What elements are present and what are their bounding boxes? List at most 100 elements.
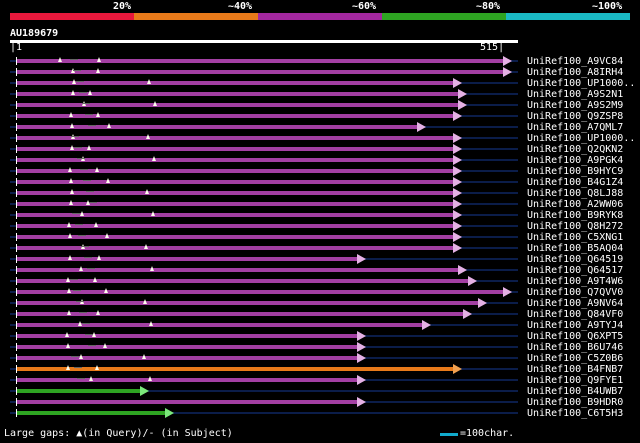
hit-row[interactable]: UniRef100_B4UWB7 xyxy=(0,386,640,397)
hit-row[interactable]: UniRef100_A9NV64 xyxy=(0,298,640,309)
hit-row[interactable]: UniRef100_B5AQ04 xyxy=(0,243,640,254)
hit-bar[interactable] xyxy=(17,301,478,305)
hit-row[interactable]: UniRef100_Q64519 xyxy=(0,254,640,265)
hit-row[interactable]: UniRef100_UP1000.. xyxy=(0,133,640,144)
hit-end-arrow xyxy=(458,265,467,275)
hit-label[interactable]: UniRef100_A2WW06 xyxy=(527,199,623,210)
hit-label[interactable]: UniRef100_A9T4W6 xyxy=(527,276,623,287)
hit-bar[interactable] xyxy=(17,356,357,360)
hit-label[interactable]: UniRef100_Q2QKN2 xyxy=(527,144,623,155)
hit-bar[interactable] xyxy=(17,400,357,404)
hit-label[interactable]: UniRef100_A9S2N1 xyxy=(527,89,623,100)
hit-label[interactable]: UniRef100_A9S2M9 xyxy=(527,100,623,111)
hit-row[interactable]: UniRef100_UP1000.. xyxy=(0,78,640,89)
legend-labels: 20% ~40% ~60% ~80% ~100% xyxy=(0,0,640,12)
hit-label[interactable]: UniRef100_Q84VF0 xyxy=(527,309,623,320)
hit-label[interactable]: UniRef100_UP1000.. xyxy=(527,133,635,144)
hit-row[interactable]: UniRef100_C5XNG1 xyxy=(0,232,640,243)
hit-label[interactable]: UniRef100_C5Z0B6 xyxy=(527,353,623,364)
hit-end-arrow xyxy=(165,408,174,418)
hit-label[interactable]: UniRef100_C6T5H3 xyxy=(527,408,623,419)
hit-row[interactable]: UniRef100_B9HDR0 xyxy=(0,397,640,408)
hit-row[interactable]: UniRef100_A9VC84 xyxy=(0,56,640,67)
hit-bar[interactable] xyxy=(17,125,417,129)
hit-bar[interactable] xyxy=(17,136,453,140)
hit-row[interactable]: UniRef100_Q64517 xyxy=(0,265,640,276)
hit-row[interactable]: UniRef100_B4FNB7 xyxy=(0,364,640,375)
hit-label[interactable]: UniRef100_B6U746 xyxy=(527,342,623,353)
hit-row[interactable]: UniRef100_A9TYJ4 xyxy=(0,320,640,331)
hit-bar[interactable] xyxy=(17,268,458,272)
hit-label[interactable]: UniRef100_C5XNG1 xyxy=(527,232,623,243)
hit-row[interactable]: UniRef100_A2WW06 xyxy=(0,199,640,210)
query-gap-marker xyxy=(153,101,157,106)
hit-label[interactable]: UniRef100_Q8H272 xyxy=(527,221,623,232)
hit-row[interactable]: UniRef100_A9S2M9 xyxy=(0,100,640,111)
hit-row[interactable]: UniRef100_A9T4W6 xyxy=(0,276,640,287)
hit-row[interactable]: UniRef100_A9S2N1 xyxy=(0,89,640,100)
hit-row[interactable]: UniRef100_Q2QKN2 xyxy=(0,144,640,155)
hit-label[interactable]: UniRef100_Q64519 xyxy=(527,254,623,265)
hit-bar[interactable] xyxy=(17,279,468,283)
hit-label[interactable]: UniRef100_B5AQ04 xyxy=(527,243,623,254)
hit-bar[interactable] xyxy=(17,389,140,393)
hit-label[interactable]: UniRef100_A8IRH4 xyxy=(527,67,623,78)
subject-gap-marker xyxy=(71,356,79,357)
hit-bar[interactable] xyxy=(17,191,453,195)
hit-bar[interactable] xyxy=(17,290,503,294)
legend-label-100: ~100% xyxy=(592,1,623,12)
hit-row[interactable]: UniRef100_Q84VF0 xyxy=(0,309,640,320)
hit-label[interactable]: UniRef100_B4FNB7 xyxy=(527,364,623,375)
hit-label[interactable]: UniRef100_Q64517 xyxy=(527,265,623,276)
hit-bar[interactable] xyxy=(17,59,503,63)
hit-row[interactable]: UniRef100_A9PGK4 xyxy=(0,155,640,166)
hit-label[interactable]: UniRef100_UP1000.. xyxy=(527,78,635,89)
hit-label[interactable]: UniRef100_A9VC84 xyxy=(527,56,623,67)
query-gap-marker xyxy=(96,112,100,117)
hit-label[interactable]: UniRef100_B9HDR0 xyxy=(527,397,623,408)
hit-label[interactable]: UniRef100_A7QML7 xyxy=(527,122,623,133)
hit-bar[interactable] xyxy=(17,147,453,151)
hit-row[interactable]: UniRef100_B4G1Z4 xyxy=(0,177,640,188)
hit-row[interactable]: UniRef100_B9HYC9 xyxy=(0,166,640,177)
query-gap-marker xyxy=(89,376,93,381)
hit-row[interactable]: UniRef100_Q9FYE1 xyxy=(0,375,640,386)
query-gap-marker xyxy=(94,222,98,227)
hit-row[interactable]: UniRef100_B9RYK8 xyxy=(0,210,640,221)
hit-label[interactable]: UniRef100_Q7QVV0 xyxy=(527,287,623,298)
hit-row[interactable]: UniRef100_Q6XPT5 xyxy=(0,331,640,342)
hit-label[interactable]: UniRef100_Q9FYE1 xyxy=(527,375,623,386)
hit-row[interactable]: UniRef100_A7QML7 xyxy=(0,122,640,133)
hit-row[interactable]: UniRef100_C6T5H3 xyxy=(0,408,640,419)
hit-row[interactable]: UniRef100_C5Z0B6 xyxy=(0,353,640,364)
hit-bar[interactable] xyxy=(17,114,453,118)
hit-label[interactable]: UniRef100_B4UWB7 xyxy=(527,386,623,397)
hit-row[interactable]: UniRef100_Q8H272 xyxy=(0,221,640,232)
query-gap-marker xyxy=(70,189,74,194)
hit-bar[interactable] xyxy=(17,367,453,371)
hit-row[interactable]: UniRef100_A8IRH4 xyxy=(0,67,640,78)
hit-label[interactable]: UniRef100_A9NV64 xyxy=(527,298,623,309)
hit-label[interactable]: UniRef100_B9HYC9 xyxy=(527,166,623,177)
hit-label[interactable]: UniRef100_Q6XPT5 xyxy=(527,331,623,342)
subject-gap-marker xyxy=(73,290,81,291)
subject-gap-marker xyxy=(85,334,93,335)
hit-row[interactable]: UniRef100_Q9ZSP8 xyxy=(0,111,640,122)
hit-end-arrow xyxy=(417,122,426,132)
hit-label[interactable]: UniRef100_A9TYJ4 xyxy=(527,320,623,331)
hit-end-arrow xyxy=(453,232,462,242)
hit-label[interactable]: UniRef100_B4G1Z4 xyxy=(527,177,623,188)
hit-row[interactable]: UniRef100_Q7QVV0 xyxy=(0,287,640,298)
hit-label[interactable]: UniRef100_Q8LJ88 xyxy=(527,188,623,199)
hit-bar[interactable] xyxy=(17,411,165,415)
hit-row[interactable]: UniRef100_Q8LJ88 xyxy=(0,188,640,199)
query-gap-marker xyxy=(107,123,111,128)
hit-label[interactable]: UniRef100_A9PGK4 xyxy=(527,155,623,166)
query-gap-marker xyxy=(69,178,73,183)
hit-bar[interactable] xyxy=(17,378,357,382)
hit-label[interactable]: UniRef100_Q9ZSP8 xyxy=(527,111,623,122)
hit-bar[interactable] xyxy=(17,70,503,74)
hit-row[interactable]: UniRef100_B6U746 xyxy=(0,342,640,353)
hit-label[interactable]: UniRef100_B9RYK8 xyxy=(527,210,623,221)
hit-bar[interactable] xyxy=(17,202,453,206)
